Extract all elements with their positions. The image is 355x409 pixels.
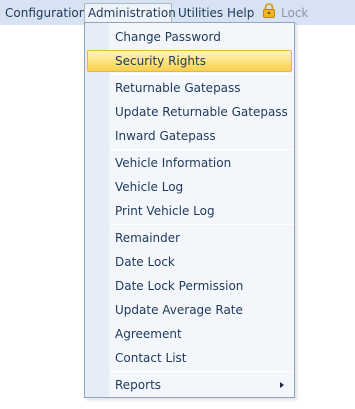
menu-item-reports-label: Reports bbox=[115, 378, 162, 392]
menu-separator bbox=[111, 149, 294, 150]
menu-item-date-lock-permission[interactable]: Date Lock Permission bbox=[87, 275, 292, 297]
menu-configuration[interactable]: Configuration bbox=[5, 3, 86, 23]
menu-item-date-lock[interactable]: Date Lock bbox=[87, 251, 292, 273]
menu-item-update-returnable-gatepass[interactable]: Update Returnable Gatepass bbox=[87, 101, 292, 123]
menu-separator bbox=[111, 224, 294, 225]
menu-item-agreement[interactable]: Agreement bbox=[87, 323, 292, 345]
menu-item-vehicle-information[interactable]: Vehicle Information bbox=[87, 152, 292, 174]
submenu-arrow-icon bbox=[280, 382, 284, 388]
menu-administration[interactable]: Administration bbox=[84, 3, 176, 23]
menu-item-reports[interactable]: Reports bbox=[87, 374, 292, 396]
menu-item-security-rights[interactable]: Security Rights bbox=[87, 50, 292, 72]
menu-utilities[interactable]: Utilities bbox=[178, 3, 223, 23]
menu-item-print-vehicle-log[interactable]: Print Vehicle Log bbox=[87, 200, 292, 222]
menu-item-returnable-gatepass[interactable]: Returnable Gatepass bbox=[87, 77, 292, 99]
menu-item-vehicle-log[interactable]: Vehicle Log bbox=[87, 176, 292, 198]
menu-item-change-password[interactable]: Change Password bbox=[87, 26, 292, 48]
menu-item-contact-list[interactable]: Contact List bbox=[87, 347, 292, 369]
menu-item-inward-gatepass[interactable]: Inward Gatepass bbox=[87, 125, 292, 147]
menu-item-update-average-rate[interactable]: Update Average Rate bbox=[87, 299, 292, 321]
menu-separator bbox=[111, 371, 294, 372]
menu-lock[interactable]: Lock bbox=[262, 3, 308, 23]
menu-item-remainder[interactable]: Remainder bbox=[87, 227, 292, 249]
lock-label: Lock bbox=[281, 6, 309, 20]
menu-help[interactable]: Help bbox=[227, 3, 254, 23]
padlock-icon bbox=[262, 3, 276, 24]
menu-separator bbox=[111, 74, 294, 75]
administration-dropdown-menu: Change Password Security Rights Returnab… bbox=[84, 22, 295, 398]
